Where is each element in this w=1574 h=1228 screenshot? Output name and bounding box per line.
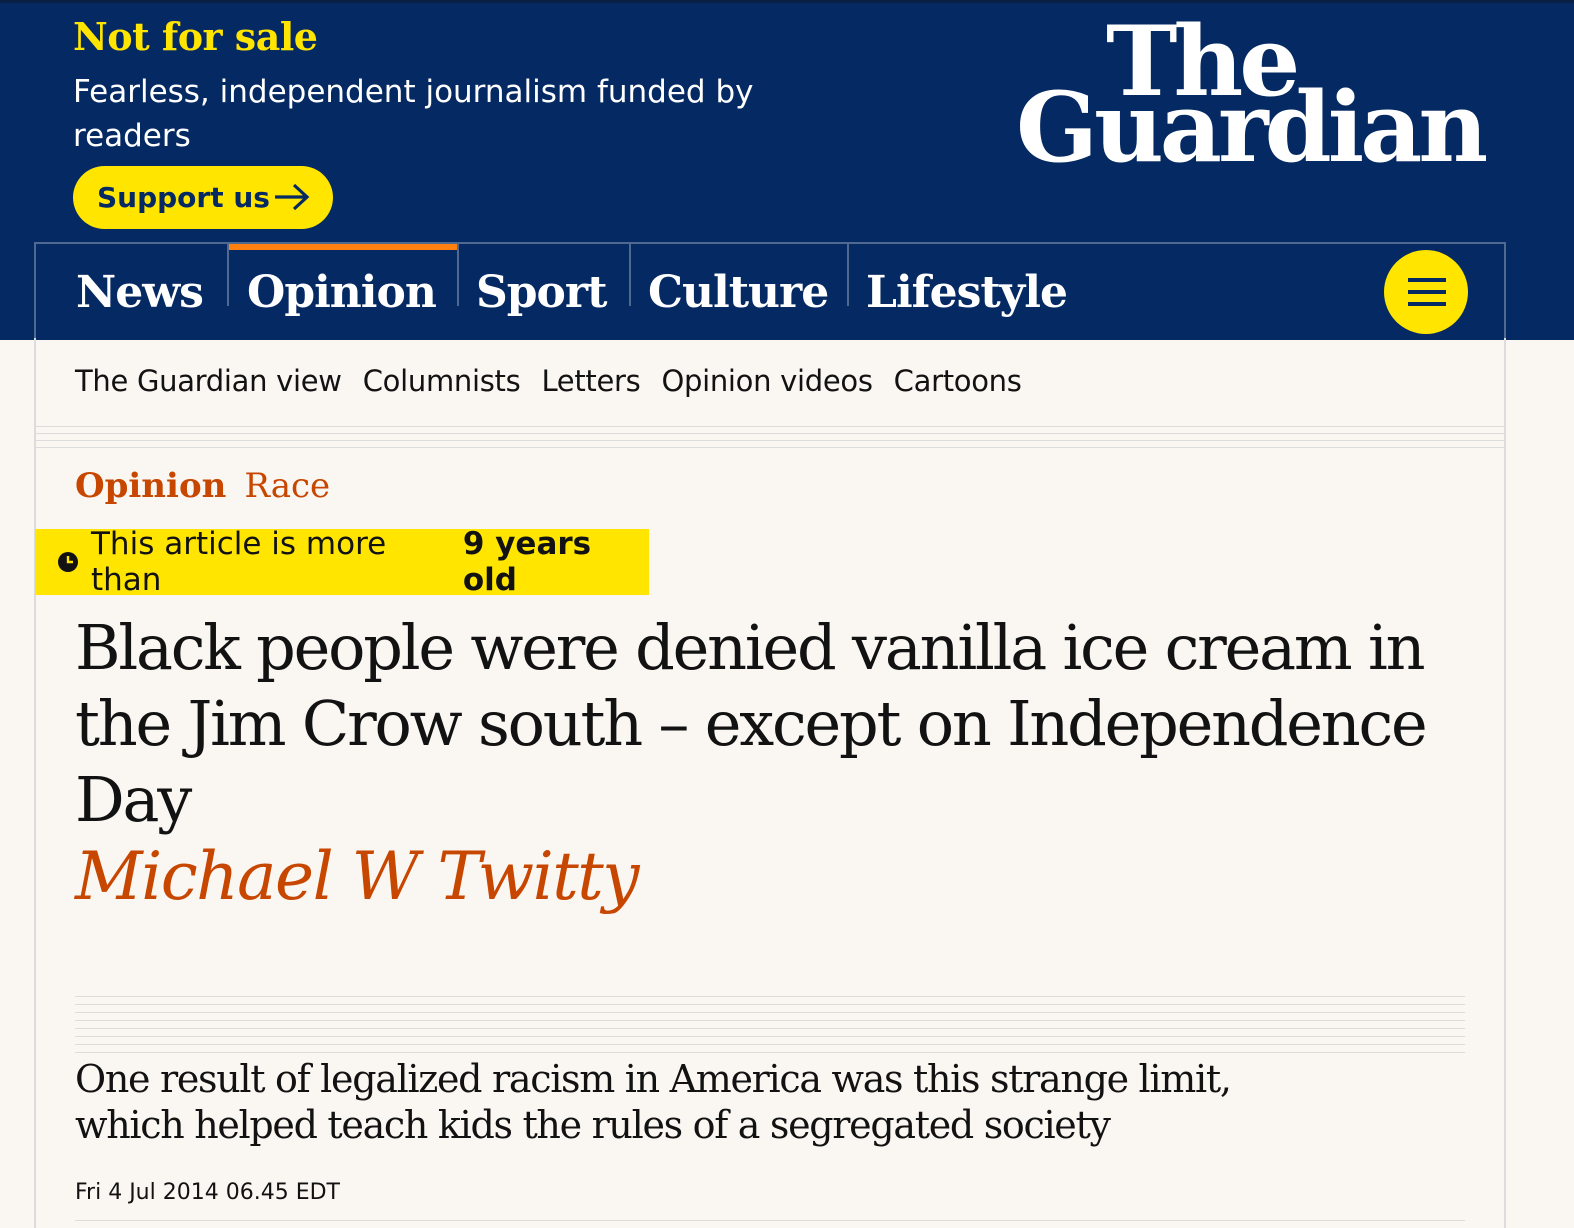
nav-item-news[interactable]: News — [76, 244, 204, 340]
masthead-top-line — [0, 0, 1574, 3]
hamburger-icon-bar — [1408, 290, 1446, 294]
date-divider — [75, 1220, 1465, 1221]
article-headline: Black people were denied vanilla ice cre… — [75, 611, 1428, 836]
subnav-item-opinion-videos[interactable]: Opinion videos — [661, 364, 873, 398]
subnav-item-cartoons[interactable]: Cartoons — [894, 364, 1022, 398]
age-warning-banner: This article is more than 9 years old — [35, 526, 649, 598]
logo-line-guardian: Guardian — [1016, 71, 1488, 184]
clock-icon — [57, 551, 79, 573]
not-for-sale-heading: Not for sale — [73, 14, 318, 59]
publication-date: Fri 4 Jul 2014 06.45 EDT — [75, 1180, 340, 1205]
article-standfirst: One result of legalized racism in Americ… — [75, 1057, 1232, 1147]
primary-nav: News Opinion Sport Culture Lifestyle — [34, 242, 1506, 340]
menu-button[interactable] — [1384, 250, 1468, 334]
nav-divider — [629, 244, 631, 306]
support-us-button[interactable]: Support us — [73, 166, 333, 229]
subnav-item-letters[interactable]: Letters — [541, 364, 640, 398]
article-kicker: Opinion Race — [75, 466, 330, 506]
age-warning-value: 9 years old — [462, 526, 592, 598]
support-us-label: Support us — [97, 181, 270, 214]
opinion-subnav: The Guardian view Columnists Letters Opi… — [75, 364, 1043, 398]
age-warning-prefix: This article is more than — [91, 526, 387, 598]
tag-link[interactable]: Race — [244, 466, 330, 506]
hamburger-icon-bar — [1408, 302, 1446, 306]
hamburger-icon — [1408, 278, 1446, 282]
nav-divider — [847, 244, 849, 306]
nav-item-opinion[interactable]: Opinion — [247, 244, 437, 340]
support-tagline: Fearless, independent journalism funded … — [73, 74, 754, 154]
section-divider — [34, 426, 1506, 448]
subnav-item-guardian-view[interactable]: The Guardian view — [75, 364, 342, 398]
nav-item-lifestyle[interactable]: Lifestyle — [866, 244, 1068, 340]
nav-item-sport[interactable]: Sport — [476, 244, 607, 340]
headline-divider — [75, 996, 1465, 1054]
section-link[interactable]: Opinion — [75, 466, 226, 506]
nav-item-culture[interactable]: Culture — [648, 244, 829, 340]
arrow-right-icon — [273, 182, 311, 219]
article-byline[interactable]: Michael W Twitty — [75, 838, 640, 915]
nav-divider — [227, 244, 229, 306]
subnav-item-columnists[interactable]: Columnists — [363, 364, 521, 398]
nav-divider — [457, 244, 459, 306]
